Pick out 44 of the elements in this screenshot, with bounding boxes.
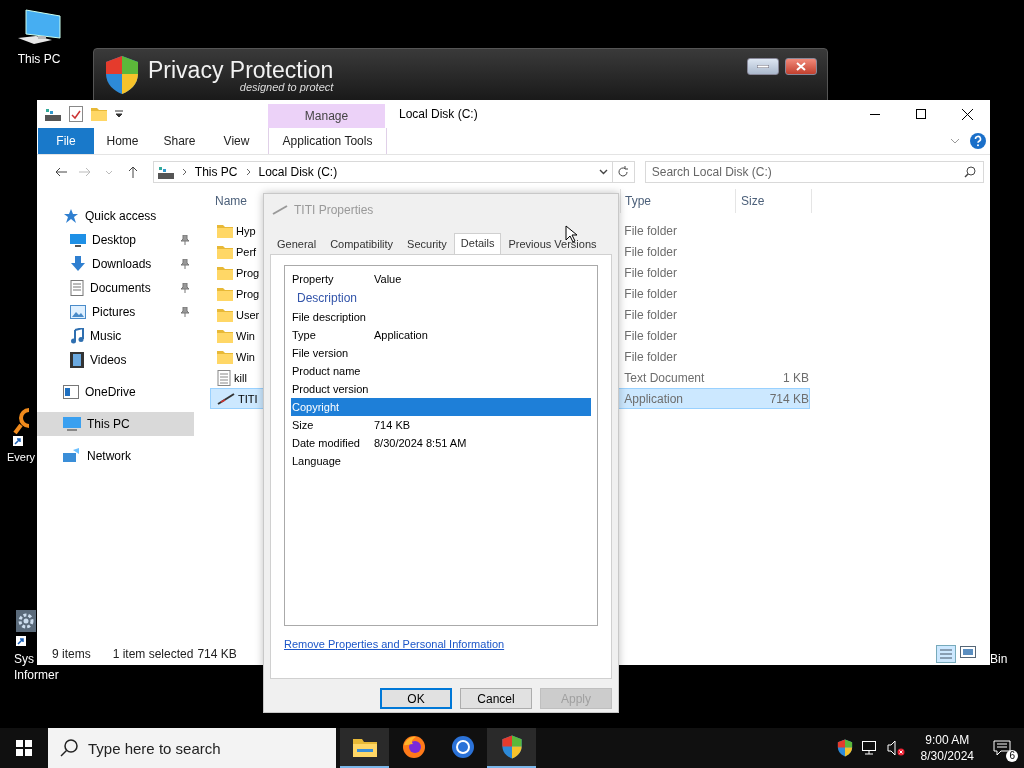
file-name: Prog: [236, 266, 260, 279]
property-value: Application: [374, 329, 428, 341]
file-type: File folder: [623, 244, 678, 259]
file-name: TITI: [238, 392, 258, 405]
file-name: kill: [234, 371, 247, 384]
file-name: Hyp: [236, 224, 256, 237]
file-name: User: [236, 308, 260, 321]
file-type: Application: [623, 391, 685, 406]
group-header: Description: [297, 291, 358, 305]
property-name: Type: [291, 329, 317, 341]
file-type: Text Document: [623, 370, 706, 385]
file-size: 714 KB: [768, 391, 809, 406]
property-value: 8/30/2024 8:51 AM: [374, 437, 467, 449]
file-type: File folder: [623, 286, 678, 301]
property-name: Size: [291, 419, 315, 431]
contextual-tab-group: Manage: [268, 104, 385, 128]
selection-size: 714 KB: [197, 647, 237, 661]
file-type: File folder: [623, 307, 678, 322]
selection-status: 1 item selected: [112, 647, 194, 661]
item-count: 9 items: [52, 647, 91, 661]
file-type: File folder: [623, 223, 678, 238]
date: 8/30/2024: [920, 748, 974, 764]
file-type: File folder: [623, 328, 678, 343]
app-title: Privacy Protection: [148, 56, 334, 83]
property-name: Language: [291, 455, 342, 467]
property-name: Copyright: [291, 401, 341, 413]
file-type: File folder: [623, 349, 678, 364]
property-name: File description: [291, 311, 367, 323]
file-type: File folder: [623, 265, 678, 280]
window-title: Local Disk (C:): [399, 107, 478, 121]
property-value: 714 KB: [374, 419, 411, 431]
notification-count: 6: [1006, 750, 1018, 762]
app-subtitle: designed to protect: [239, 81, 334, 93]
file-name: Prog: [236, 287, 260, 300]
property-name: File version: [291, 347, 350, 359]
dialog-title: TITI Properties: [294, 203, 374, 217]
file-name: Win: [236, 329, 255, 342]
file-name: Win: [236, 350, 255, 363]
property-name: Product version: [291, 383, 370, 395]
file-size: 1 KB: [782, 370, 809, 385]
file-name: Perf: [236, 245, 257, 258]
property-name: Date modified: [291, 437, 361, 449]
time: 9:00 AM: [925, 732, 970, 748]
property-name: Product name: [291, 365, 362, 377]
